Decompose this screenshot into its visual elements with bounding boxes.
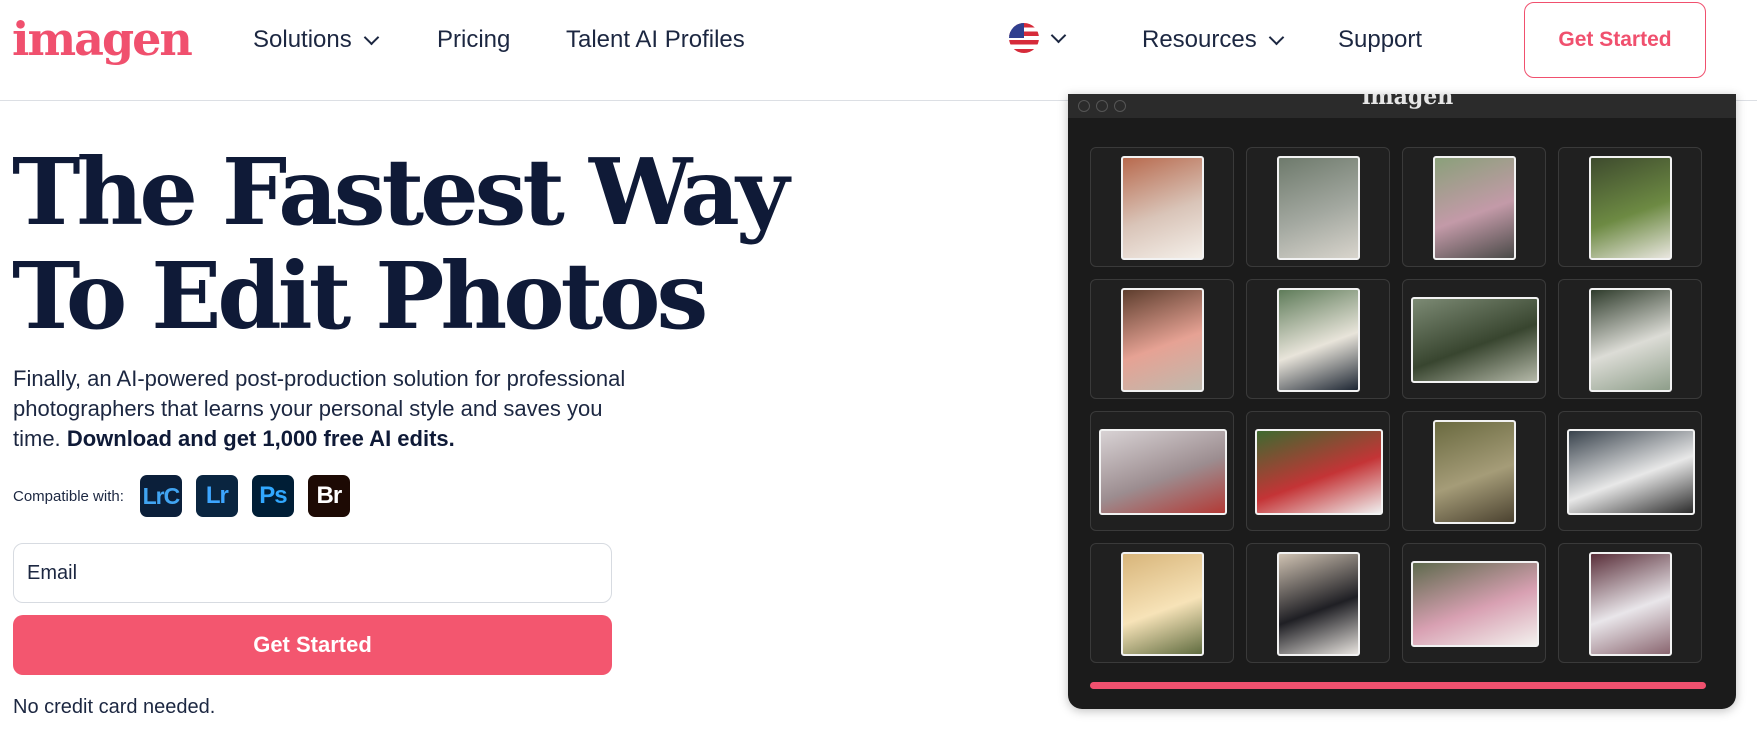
photo-cell[interactable] (1090, 279, 1234, 399)
photo-cell[interactable] (1090, 543, 1234, 663)
photo-thumbnail (1589, 288, 1672, 392)
photo-cell[interactable] (1402, 279, 1546, 399)
hero-title-line2: To Edit Photos (12, 242, 708, 350)
nav-solutions-label: Solutions (253, 26, 352, 53)
photo-thumbnail (1411, 561, 1539, 647)
photo-thumbnail (1099, 429, 1227, 515)
photo-cell[interactable] (1402, 411, 1546, 531)
imagen-logo[interactable]: imagen (12, 4, 193, 74)
nav-solutions[interactable]: Solutions (253, 24, 380, 56)
nav-support-label: Support (1338, 26, 1423, 53)
lightroom-classic-icon: LrC (139, 475, 182, 517)
photo-cell[interactable] (1246, 411, 1390, 531)
chevron-down-icon (363, 29, 380, 45)
photo-cell[interactable] (1246, 279, 1390, 399)
photo-thumbnail (1121, 156, 1204, 260)
window-close-icon (1078, 100, 1090, 112)
hero-title-line1: The Fastest Way (12, 138, 789, 246)
nav-talent-ai-profiles[interactable]: Talent AI Profiles (566, 24, 745, 56)
photo-cell[interactable] (1090, 147, 1234, 267)
window-maximize-icon (1114, 100, 1126, 112)
window-title: imagen (1362, 94, 1454, 110)
app-window-preview: imagen (1068, 94, 1736, 709)
photo-thumbnail (1567, 429, 1695, 515)
processing-progress-bar (1090, 682, 1706, 689)
chevron-down-icon (1050, 27, 1067, 43)
nav-talent-label: Talent AI Profiles (566, 26, 745, 53)
language-selector[interactable] (1009, 23, 1067, 53)
photo-cell[interactable] (1558, 411, 1702, 531)
photo-cell[interactable] (1558, 279, 1702, 399)
bridge-icon: Br (307, 475, 350, 517)
photo-thumbnail (1277, 288, 1360, 392)
photo-cell[interactable] (1246, 543, 1390, 663)
window-title-bar: imagen (1068, 94, 1736, 118)
nav-support[interactable]: Support (1338, 24, 1422, 56)
top-navigation: imagen Solutions Pricing Talent AI Profi… (0, 0, 1757, 101)
photo-cell[interactable] (1246, 147, 1390, 267)
chevron-down-icon (1268, 29, 1284, 45)
get-started-button[interactable]: Get Started (13, 615, 612, 675)
window-minimize-icon (1096, 100, 1108, 112)
nav-resources[interactable]: Resources (1142, 24, 1284, 56)
email-field[interactable] (13, 543, 612, 603)
photo-thumbnail (1121, 552, 1204, 656)
photo-cell[interactable] (1402, 147, 1546, 267)
photo-cell[interactable] (1090, 411, 1234, 531)
us-flag-icon (1009, 23, 1039, 53)
photo-thumbnail (1589, 156, 1672, 260)
hero-subtitle-bold: Download and get 1,000 free AI edits. (66, 426, 455, 451)
photo-cell[interactable] (1402, 543, 1546, 663)
photo-cell[interactable] (1558, 147, 1702, 267)
nav-pricing[interactable]: Pricing (437, 24, 510, 56)
photo-thumbnail (1121, 288, 1204, 392)
photo-thumbnail (1277, 552, 1360, 656)
lightroom-icon: Lr (195, 475, 238, 517)
photo-thumbnail (1433, 420, 1516, 524)
no-credit-card-note: No credit card needed. (13, 696, 216, 718)
photo-thumbnail (1255, 429, 1383, 515)
photo-thumbnail (1411, 297, 1539, 383)
nav-resources-label: Resources (1142, 26, 1257, 53)
photo-cell[interactable] (1558, 543, 1702, 663)
nav-pricing-label: Pricing (437, 26, 511, 53)
photo-thumbnail (1589, 552, 1672, 656)
compatible-apps: Compatible with: LrC Lr Ps Br (13, 475, 350, 517)
photoshop-icon: Ps (251, 475, 294, 517)
hero-subtitle: Finally, an AI-powered post-production s… (13, 364, 653, 454)
compatible-label: Compatible with: (13, 487, 124, 505)
photo-thumbnail (1277, 156, 1360, 260)
hero-title: The Fastest Way To Edit Photos (12, 138, 789, 350)
nav-get-started-button[interactable]: Get Started (1524, 2, 1706, 78)
photo-thumbnail (1433, 156, 1516, 260)
